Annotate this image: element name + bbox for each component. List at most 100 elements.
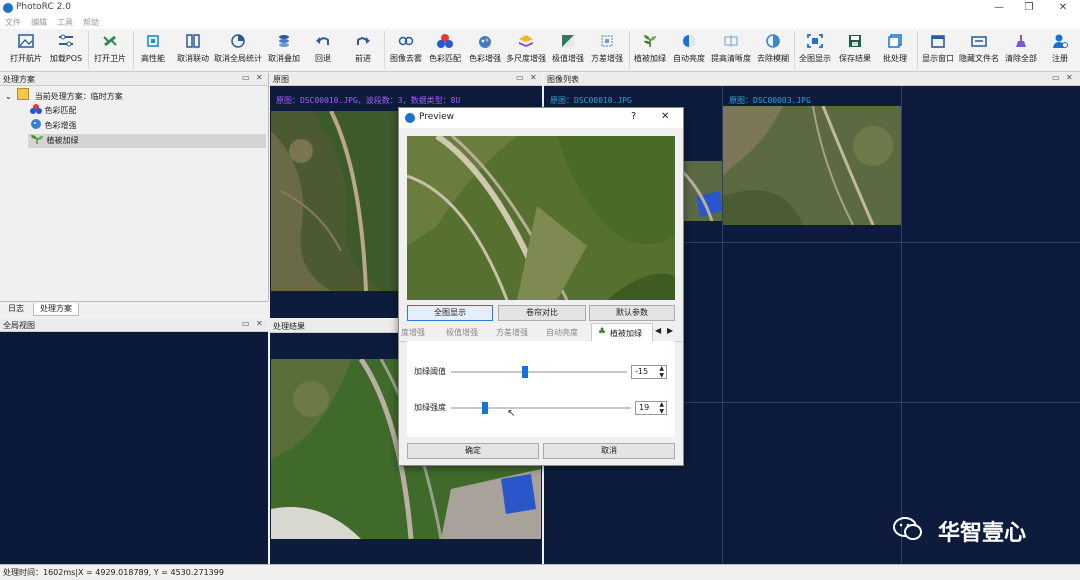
dehaze-button[interactable]: 图像去雾 — [387, 29, 425, 71]
redo-button[interactable]: 前进 — [348, 29, 378, 71]
scheme-panel: 处理方案 ▭ ✕ ⌄ 当前处理方案：临时方案 色彩匹配 色彩增强 植被加绿 — [0, 73, 269, 301]
batch-process-button[interactable]: 批处理 — [876, 29, 914, 71]
cancel-global-stats-button[interactable]: 取消全局统计 — [213, 29, 263, 71]
tab-label: 植被加绿 — [610, 329, 642, 338]
unlink-icon — [186, 34, 200, 48]
color-match-button[interactable]: 色彩匹配 — [426, 29, 464, 71]
tab-log[interactable]: 日志 — [2, 303, 30, 315]
strength-label: 加绿强度 — [414, 403, 446, 412]
float-icon[interactable]: ▭ — [242, 319, 250, 328]
title-bar: PhotoRC 2.0 — ❐ ✕ — [0, 0, 1080, 16]
tab-auto-brightness[interactable]: 自动亮度 — [546, 327, 578, 338]
auto-brightness-button[interactable]: 自动亮度 — [670, 29, 708, 71]
menu-tools[interactable]: 工具 — [57, 17, 73, 28]
color-match-icon — [437, 34, 453, 48]
scheme-panel-header: 处理方案 ▭ ✕ — [0, 73, 268, 86]
params-area: 加绿阈值 -15 ▲ ▼ 加绿强度 19 ▲ ▼ ↖ — [407, 341, 675, 437]
undo-button[interactable]: 回退 — [308, 29, 338, 71]
cancel-button[interactable]: 取消 — [543, 443, 675, 459]
tree-root[interactable]: ⌄ 当前处理方案：临时方案 — [5, 88, 123, 102]
deblur-icon — [766, 34, 780, 48]
dialog-title: Preview — [419, 112, 455, 122]
clear-all-button[interactable]: 清除全部 — [1002, 29, 1040, 71]
close-icon[interactable]: ✕ — [1066, 73, 1073, 82]
open-satellite-button[interactable]: 打开卫片 — [90, 29, 130, 71]
menu-file[interactable]: 文件 — [5, 17, 21, 28]
close-icon[interactable]: ✕ — [256, 73, 263, 82]
list-item-thumbnail[interactable] — [682, 161, 722, 221]
help-button[interactable]: ? — [631, 111, 636, 122]
preview-image[interactable] — [407, 136, 675, 300]
hide-filename-button[interactable]: 隐藏文件名 — [957, 29, 1001, 71]
list-item-thumbnail[interactable] — [723, 106, 901, 225]
variance-enhance-button[interactable]: 方差增强 — [588, 29, 626, 71]
float-icon[interactable]: ▭ — [242, 73, 250, 82]
tab-extreme[interactable]: 极值增强 — [446, 327, 478, 338]
ok-button[interactable]: 确定 — [407, 443, 539, 459]
toolbar-separator — [629, 31, 630, 69]
window-icon — [931, 35, 945, 48]
deblur-button[interactable]: 去除模糊 — [754, 29, 792, 71]
strength-slider-thumb[interactable] — [482, 402, 489, 414]
fit-view-button[interactable]: 全图显示 — [407, 305, 493, 321]
spin-arrows-icon[interactable]: ▲ ▼ — [659, 401, 664, 415]
close-button[interactable]: ✕ — [1052, 1, 1074, 14]
left-tabbar: 日志 处理方案 — [0, 301, 268, 316]
undo-icon — [316, 37, 329, 45]
collapse-arrow-icon[interactable]: ⌄ — [5, 92, 12, 101]
cancel-linkage-button[interactable]: 取消联动 — [174, 29, 212, 71]
list-item-caption: 原图：DSC00003.JPG — [729, 96, 811, 105]
stats-icon — [231, 34, 245, 48]
tree-item-color-enhance[interactable]: 色彩增强 — [30, 119, 266, 133]
extreme-enhance-button[interactable]: 极值增强 — [549, 29, 587, 71]
menu-edit[interactable]: 编辑 — [31, 17, 47, 28]
original-panel-title: 原图 — [273, 75, 289, 84]
tab-vegetation-green[interactable]: ♣ 植被加绿 — [591, 323, 653, 342]
strength-slider-track[interactable] — [451, 407, 631, 409]
cancel-overlay-button[interactable]: 取消叠加 — [265, 29, 303, 71]
strength-spinbox[interactable]: 19 ▲ ▼ — [635, 401, 667, 415]
close-icon[interactable]: ✕ — [530, 73, 537, 82]
float-icon[interactable]: ▭ — [516, 73, 524, 82]
layers-icon — [279, 35, 289, 47]
dialog-close-button[interactable]: ✕ — [661, 111, 669, 122]
global-view-canvas[interactable] — [0, 332, 268, 564]
enhance-tabbar: 度增强 极值增强 方差增强 自动亮度 ♣ 植被加绿 ◀ ▶ — [399, 323, 683, 342]
tab-scroll-right-icon[interactable]: ▶ — [667, 326, 673, 335]
tab-enhance-partial[interactable]: 度增强 — [401, 327, 425, 338]
threshold-slider-thumb[interactable] — [521, 366, 528, 378]
vegetation-green-button[interactable]: 植被加绿 — [631, 29, 669, 71]
preview-dialog: Preview ? ✕ 全图显示 卷帘对比 默认参数 度增强 极值增强 方差增强… — [398, 107, 684, 466]
tab-variance[interactable]: 方差增强 — [496, 327, 528, 338]
threshold-label: 加绿阈值 — [414, 367, 446, 376]
threshold-spinbox[interactable]: -15 ▲ ▼ — [631, 365, 667, 379]
app-logo-icon — [3, 3, 13, 13]
multiscale-enhance-button[interactable]: 多尺度增强 — [504, 29, 548, 71]
close-icon[interactable]: ✕ — [256, 319, 263, 328]
spin-arrows-icon[interactable]: ▲ ▼ — [659, 365, 664, 379]
tree-item-vegetation-green[interactable]: 植被加绿 — [28, 134, 266, 148]
fit-view-button[interactable]: 全图显示 — [796, 29, 834, 71]
load-pos-button[interactable]: 加载POS — [48, 29, 84, 71]
save-result-button[interactable]: 保存结果 — [836, 29, 874, 71]
restore-button[interactable]: ❐ — [1018, 1, 1040, 14]
sharpen-button[interactable]: 提高清晰度 — [708, 29, 754, 71]
tab-scroll-left-icon[interactable]: ◀ — [655, 326, 661, 335]
high-performance-button[interactable]: 高性能 — [136, 29, 170, 71]
tree-item-color-match[interactable]: 色彩匹配 — [30, 104, 266, 118]
open-aerial-button[interactable]: 打开航片 — [6, 29, 46, 71]
tab-scheme[interactable]: 处理方案 — [33, 303, 79, 316]
color-enhance-button[interactable]: 色彩增强 — [466, 29, 504, 71]
register-icon — [1053, 34, 1068, 48]
window-title: PhotoRC 2.0 — [16, 2, 71, 12]
toolbar-separator — [794, 31, 795, 69]
threshold-slider-track[interactable] — [451, 371, 627, 373]
register-button[interactable]: 注册 — [1044, 29, 1076, 71]
show-window-button[interactable]: 显示窗口 — [919, 29, 957, 71]
minimize-button[interactable]: — — [988, 1, 1010, 14]
menu-help[interactable]: 帮助 — [83, 17, 99, 28]
swipe-compare-button[interactable]: 卷帘对比 — [498, 305, 586, 321]
default-params-button[interactable]: 默认参数 — [589, 305, 675, 321]
float-icon[interactable]: ▭ — [1052, 73, 1060, 82]
original-panel-header: 原图 ▭ ✕ — [270, 73, 542, 86]
